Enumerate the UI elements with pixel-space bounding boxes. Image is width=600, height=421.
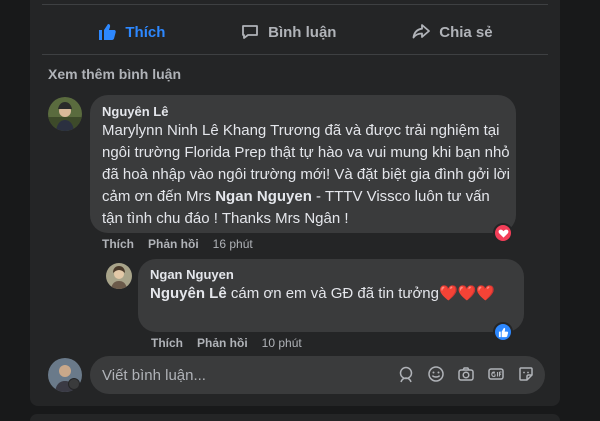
reply-text: Nguyên Lê cám ơn em và GĐ đã tin tưởng❤️… xyxy=(150,283,520,305)
camera-icon[interactable] xyxy=(457,365,475,383)
heart-emoji: ❤️❤️❤️ xyxy=(438,285,496,302)
comment-like-link[interactable]: Thích xyxy=(102,237,134,251)
reply-like-link[interactable]: Thích xyxy=(151,336,183,350)
mention-link[interactable]: Ngan Nguyen xyxy=(215,188,312,205)
next-post-card-edge xyxy=(30,414,560,421)
avatar[interactable] xyxy=(106,263,132,289)
share-icon xyxy=(412,24,431,39)
comment-timestamp[interactable]: 16 phút xyxy=(213,237,253,251)
reply-text-part: cám ơn em và GĐ đã tin tưởng xyxy=(226,285,439,302)
emoji-icon[interactable] xyxy=(427,365,445,383)
like-button[interactable]: Thích xyxy=(97,22,165,42)
comment-label: Bình luận xyxy=(268,23,337,41)
view-more-comments-link[interactable]: Xem thêm bình luận xyxy=(48,66,181,82)
share-button[interactable]: Chia sẻ xyxy=(411,22,493,42)
heart-reaction-badge[interactable] xyxy=(493,223,513,243)
reply-meta: Thích Phản hồi 10 phút xyxy=(151,336,302,350)
chevron-down-icon[interactable] xyxy=(68,378,80,390)
comment-reply-link[interactable]: Phản hồi xyxy=(148,237,199,251)
like-reaction-badge[interactable] xyxy=(493,322,513,342)
reply-author[interactable]: Ngan Nguyen xyxy=(150,267,234,282)
comment-input-placeholder: Viết bình luận... xyxy=(102,367,206,384)
divider xyxy=(42,54,548,55)
thumbs-up-icon xyxy=(498,327,508,337)
gif-icon[interactable] xyxy=(487,365,505,383)
divider xyxy=(42,4,548,5)
thumbs-up-icon xyxy=(99,24,117,40)
comment-text: Marylynn Ninh Lê Khang Trương đã và được… xyxy=(102,120,512,230)
reply-reply-link[interactable]: Phản hồi xyxy=(197,336,248,350)
like-label: Thích xyxy=(125,23,166,41)
share-label: Chia sẻ xyxy=(439,23,493,41)
avatar-sticker-icon[interactable] xyxy=(397,365,415,383)
post-actions: Thích Bình luận Chia sẻ xyxy=(30,14,560,50)
mention-link[interactable]: Nguyên Lê xyxy=(150,285,227,302)
comment-meta: Thích Phản hồi 16 phút xyxy=(102,237,253,251)
comment-input[interactable]: Viết bình luận... xyxy=(90,356,545,394)
comment-author[interactable]: Nguyên Lê xyxy=(102,104,168,119)
post-card: Thích Bình luận Chia sẻ Xem thêm bình lu… xyxy=(30,0,560,406)
avatar[interactable] xyxy=(48,97,82,131)
reply-timestamp[interactable]: 10 phút xyxy=(262,336,302,350)
heart-icon xyxy=(498,229,508,238)
reply-bubble: Ngan Nguyen Nguyên Lê cám ơn em và GĐ đã… xyxy=(138,259,524,332)
comment-icon xyxy=(242,25,259,39)
comment-bubble: Nguyên Lê Marylynn Ninh Lê Khang Trương … xyxy=(90,95,516,233)
comment-button[interactable]: Bình luận xyxy=(240,22,336,42)
sticker-icon[interactable] xyxy=(517,365,535,383)
comment-input-tools xyxy=(397,365,535,383)
